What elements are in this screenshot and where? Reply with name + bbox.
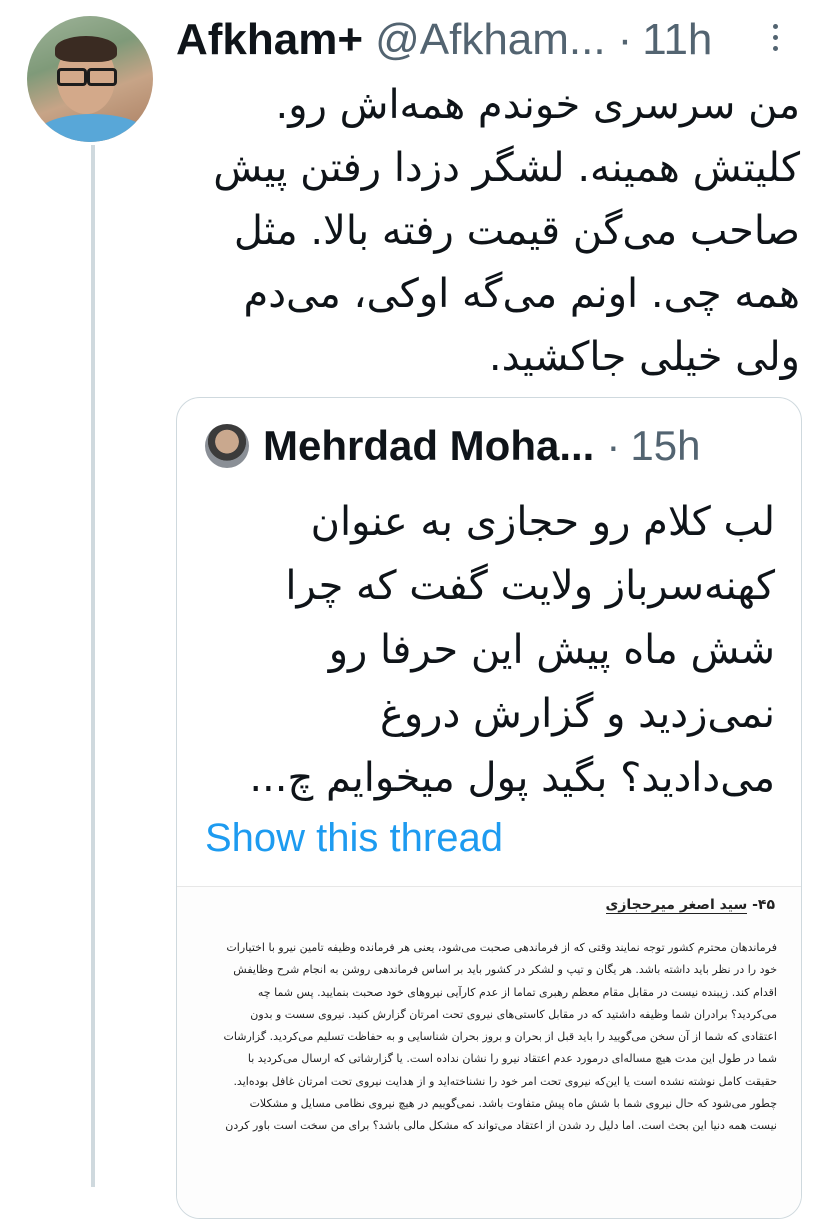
thread-connector-line	[91, 145, 95, 1187]
quoted-tweet-timestamp: 15h	[630, 422, 701, 469]
document-number: ۴۵-	[752, 897, 775, 913]
quoted-header-separator: ·	[606, 422, 621, 469]
author-avatar[interactable]	[27, 16, 153, 142]
document-heading: ۴۵- سید اصغر میرحجازی	[605, 897, 775, 914]
document-line: نیست همه دنیا این بحث است. اما دلیل رد ش…	[225, 1119, 777, 1133]
quoted-author-name: Mehrdad Moha...	[263, 422, 595, 469]
document-body: فرماندهان محترم کشور توجه نمایند وقتی که…	[203, 937, 777, 1138]
document-line: حقیقت کامل نوشته نشده است یا این‌که نیرو…	[233, 1074, 777, 1088]
quoted-tweet-card[interactable]: Mehrdad Moha... · 15h لب کلام رو حجازی ب…	[176, 397, 802, 1219]
document-line: خود را در نظر باید داشته باشد. هر یگان و…	[233, 963, 777, 977]
document-image-attachment[interactable]: ۴۵- سید اصغر میرحجازی فرماندهان محترم کش…	[177, 886, 801, 1218]
document-line: اقدام کند. زیبنده نیست در مقابل مقام معظ…	[257, 985, 777, 999]
show-thread-link[interactable]: Show this thread	[205, 816, 503, 861]
tweet-header: Afkham+ @Afkham... · 11h	[176, 14, 712, 66]
author-handle[interactable]: @Afkham...	[375, 15, 606, 65]
document-line: فرماندهان محترم کشور توجه نمایند وقتی که…	[226, 941, 777, 954]
document-line: چطور می‌شود که حال نیروی شما با شش ماه پ…	[249, 1097, 777, 1111]
document-line: اعتقادی که شما از آن سخن می‌گویید را بای…	[223, 1030, 777, 1044]
more-options-icon[interactable]	[767, 24, 783, 58]
quoted-tweet-text: لب کلام رو حجازی به عنوان کهنه‌سرباز ولا…	[249, 499, 775, 801]
author-name[interactable]: Afkham+	[176, 15, 363, 65]
tweet-timestamp[interactable]: 11h	[642, 15, 712, 65]
quoted-author-avatar	[205, 424, 249, 468]
document-line: می‌کردید؟ برادران شما وظیفه داشتید که در…	[250, 1007, 777, 1021]
document-line: شما در طول این مدت هیچ مساله‌ای درمورد ع…	[247, 1052, 777, 1066]
header-separator: ·	[617, 15, 633, 64]
tweet-text: من سرسری خوندم همه‌اش رو. کلیتش همینه. ل…	[213, 82, 800, 380]
quoted-tweet-header: Mehrdad Moha... · 15h	[205, 420, 700, 472]
document-heading-name: سید اصغر میرحجازی	[605, 897, 748, 914]
